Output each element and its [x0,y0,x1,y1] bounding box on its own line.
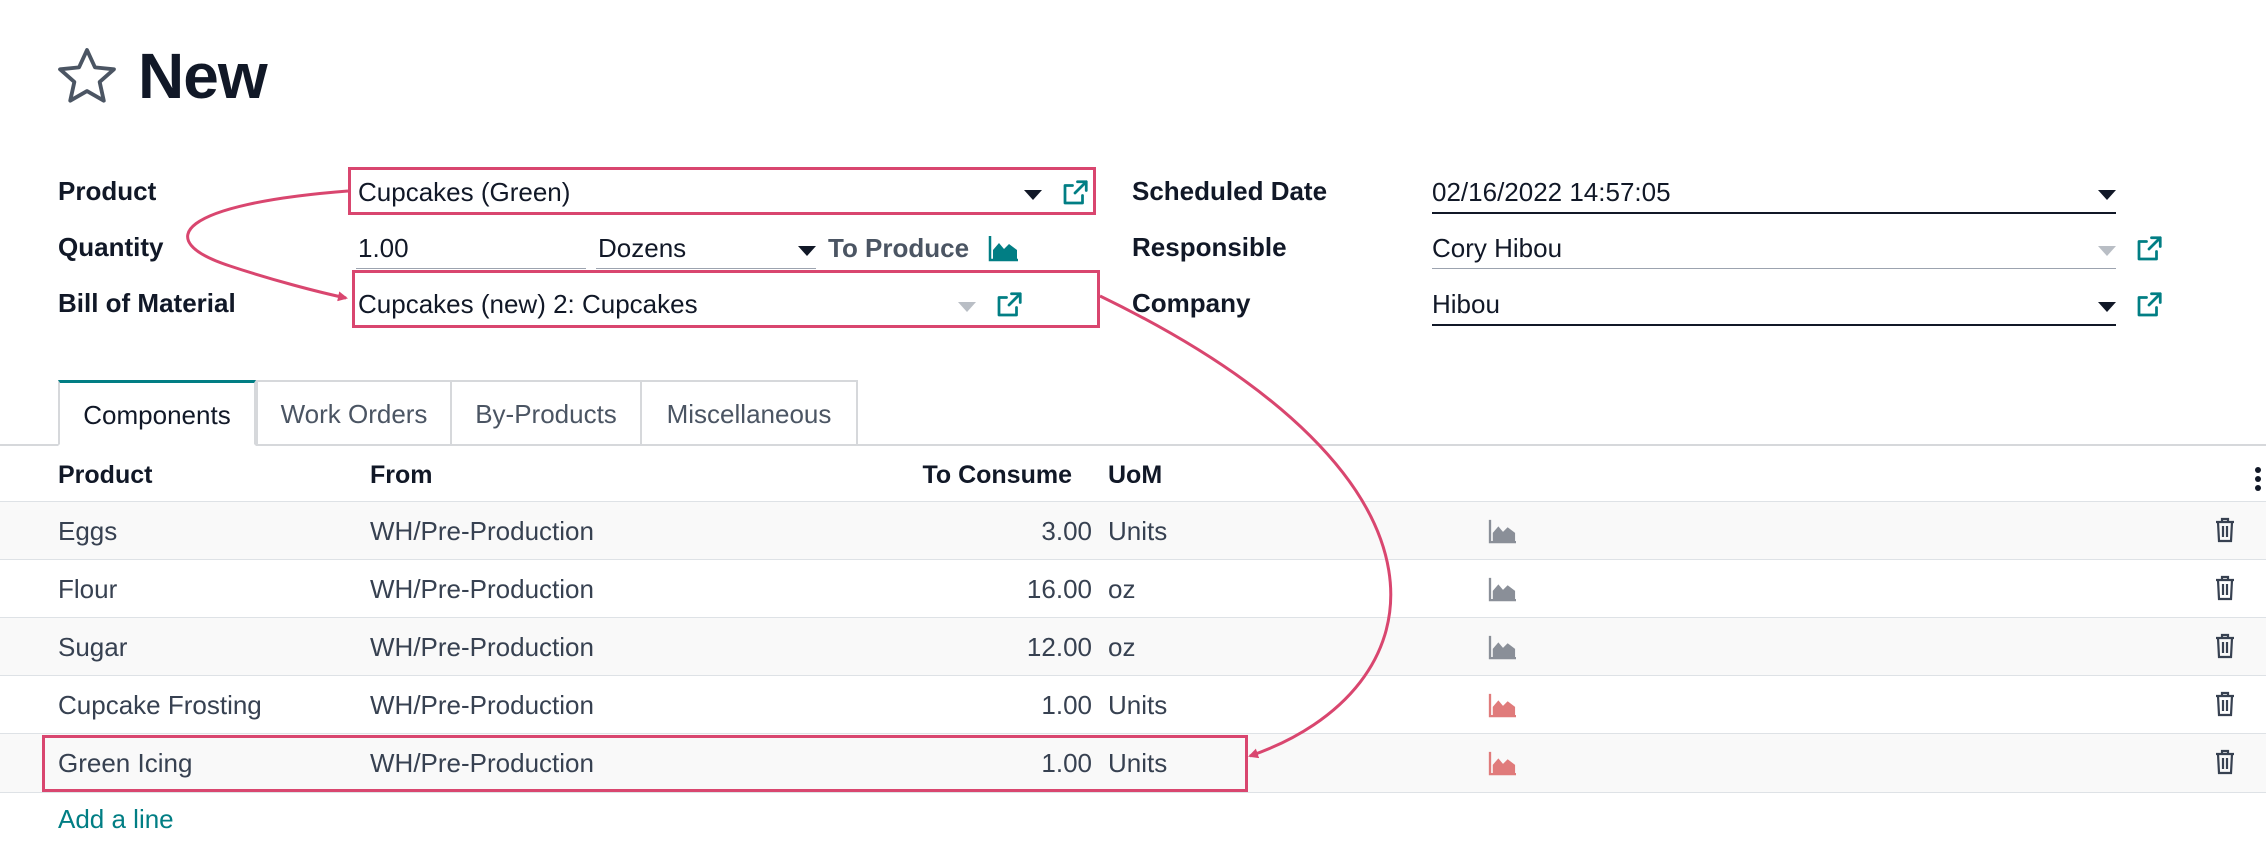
column-header-to-consume[interactable]: To Consume [772,459,1072,491]
star-outline-icon[interactable] [54,44,120,110]
row-product: Cupcake Frosting [58,690,262,720]
uom-dropdown-icon[interactable] [798,246,816,256]
row-uom: oz [1108,574,1136,604]
row-to-consume: 1.00 [1041,690,1092,720]
column-header-product[interactable]: Product [58,459,152,491]
responsible-underline [1432,268,2116,269]
row-uom: oz [1108,632,1136,662]
row-from: WH/Pre-Production [370,690,594,720]
scheduled-date-dropdown-icon[interactable] [2098,190,2116,200]
row-from: WH/Pre-Production [370,516,594,546]
tab-components[interactable]: Components [58,380,256,446]
company-label: Company [1132,288,1251,318]
row-uom: Units [1108,516,1168,546]
row-product: Sugar [58,632,128,662]
quantity-underline [356,268,586,269]
quantity-label: Quantity [58,232,164,262]
external-link-icon[interactable] [2134,290,2164,320]
row-to-consume: 16.00 [1026,574,1092,604]
trash-icon[interactable] [2214,575,2236,601]
scheduled-date-label: Scheduled Date [1132,176,1328,206]
column-header-uom[interactable]: UoM [1108,459,1162,491]
product-label: Product [58,176,157,206]
page-title: New [138,40,268,112]
table-row[interactable]: Cupcake Frosting WH/Pre-Production 1.00 … [0,675,2266,734]
area-chart-icon[interactable] [1488,634,1518,660]
bom-annotation-box [352,270,1100,328]
trash-icon[interactable] [2214,691,2236,717]
trash-icon[interactable] [2214,517,2236,543]
area-chart-icon[interactable] [1488,750,1518,776]
product-annotation-box [348,167,1096,215]
scheduled-date-input[interactable]: 02/16/2022 14:57:05 [1432,176,1671,208]
company-input[interactable]: Hibou [1432,288,1500,320]
to-produce-label: To Produce [828,233,970,263]
trash-icon[interactable] [2214,749,2236,775]
table-row[interactable]: Sugar WH/Pre-Production 12.00 oz [0,617,2266,676]
area-chart-icon[interactable] [1488,692,1518,718]
row-from: WH/Pre-Production [370,632,594,662]
table-row[interactable]: Flour WH/Pre-Production 16.00 oz [0,559,2266,618]
row-to-consume: 3.00 [1041,516,1092,546]
company-dropdown-icon[interactable] [2098,302,2116,312]
uom-select[interactable]: Dozens [598,232,686,264]
table-row[interactable]: Eggs WH/Pre-Production 3.00 Units [0,501,2266,560]
responsible-input[interactable]: Cory Hibou [1432,232,1562,264]
scheduled-date-underline [1432,212,2116,214]
uom-underline [596,268,816,269]
vertical-dots-icon[interactable] [2254,466,2262,492]
area-chart-icon[interactable] [1488,518,1518,544]
quantity-input[interactable]: 1.00 [358,232,409,264]
row-product: Eggs [58,516,118,546]
add-line-link[interactable]: Add a line [58,804,174,835]
tab-by-products[interactable]: By-Products [450,380,642,446]
bom-label: Bill of Material [58,288,236,318]
area-chart-icon[interactable] [988,234,1020,262]
row-uom: Units [1108,690,1168,720]
responsible-label: Responsible [1132,232,1287,262]
row-to-consume: 12.00 [1026,632,1092,662]
company-underline [1432,324,2116,326]
row-product: Flour [58,574,118,604]
responsible-dropdown-icon[interactable] [2098,246,2116,256]
external-link-icon[interactable] [2134,234,2164,264]
area-chart-icon[interactable] [1488,576,1518,602]
green-icing-annotation-box [42,735,1248,792]
tab-work-orders[interactable]: Work Orders [256,380,452,446]
tab-miscellaneous[interactable]: Miscellaneous [640,380,858,446]
row-from: WH/Pre-Production [370,574,594,604]
column-header-from[interactable]: From [370,459,433,491]
trash-icon[interactable] [2214,633,2236,659]
